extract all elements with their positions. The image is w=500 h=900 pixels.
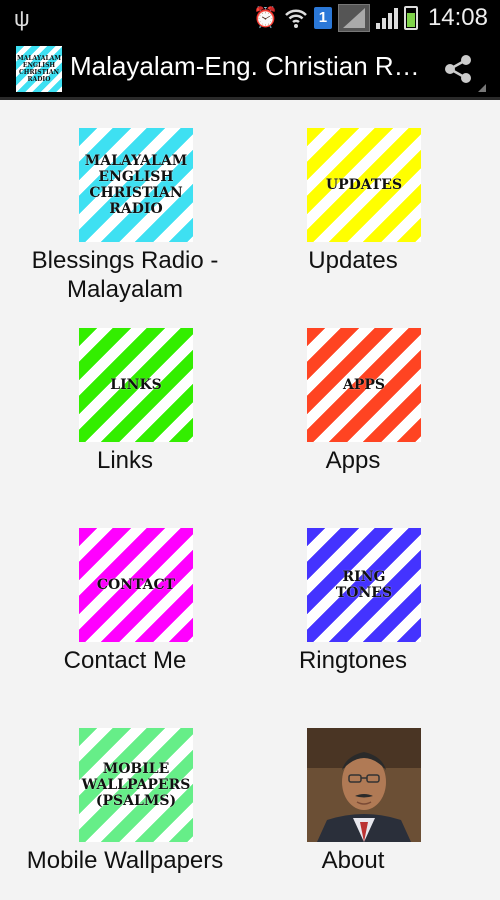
apps-thumbnail[interactable]: APPS — [307, 328, 421, 442]
tile-ringtones[interactable]: RING TONES Ringtones — [228, 500, 478, 700]
tile-links[interactable]: LINKS Links — [0, 300, 250, 500]
contact-me-label: Contact Me — [63, 647, 187, 674]
tile-blessings-radio[interactable]: MALAYALAM ENGLISH CHRISTIAN RADIO Blessings … — [0, 100, 250, 303]
menu-grid: MALAYALAM ENGLISH CHRISTIAN RADIO Blessings … — [0, 100, 500, 889]
about-thumbnail[interactable] — [307, 728, 421, 842]
app-logo-line: MALAYALAM — [17, 55, 61, 62]
ringtones-thumbnail-text: TONES — [335, 585, 393, 601]
blessings-radio-thumbnail[interactable]: MALAYALAM ENGLISH CHRISTIAN RADIO — [79, 128, 193, 242]
ringtones-thumbnail-text: RING — [342, 569, 386, 585]
app-title: Malayalam-Eng. Christian Ra… — [70, 51, 420, 81]
share-button[interactable] — [430, 46, 486, 92]
contact-me-thumbnail[interactable]: CONTACT — [79, 528, 193, 642]
links-label: Links — [96, 447, 154, 474]
links-thumbnail-text: LINKS — [110, 377, 162, 393]
usb-icon: ψ — [14, 6, 30, 31]
links-thumbnail[interactable]: LINKS — [79, 328, 193, 442]
notification-badge: 1 — [313, 7, 332, 29]
app-logo[interactable]: MALAYALAM ENGLISH CHRISTIAN RADIO — [16, 46, 62, 92]
mobile-wallpapers-thumbnail-text: MOBILE — [102, 761, 170, 777]
contact-me-thumbnail-text: CONTACT — [96, 577, 176, 593]
overflow-corner-icon — [478, 84, 486, 92]
ringtones-thumbnail[interactable]: RING TONES — [307, 528, 421, 642]
alarm-icon: ⏰ — [253, 7, 278, 29]
mobile-wallpapers-label: Mobile Wallpapers — [26, 847, 224, 874]
no-signal-icon — [337, 4, 370, 32]
mobile-wallpapers-thumbnail-text: WALLPAPERS — [81, 777, 191, 793]
action-bar: MALAYALAM ENGLISH CHRISTIAN RADIO Malayalam… — [0, 36, 500, 100]
tile-apps[interactable]: APPS Apps — [228, 300, 478, 500]
updates-thumbnail[interactable]: UPDATES — [307, 128, 421, 242]
tile-mobile-wallpapers[interactable]: MOBILE WALLPAPERS (PSALMS) Mobile Wallpaper… — [0, 700, 250, 900]
blessings-radio-label: Blessings Radio - Malayalam — [31, 247, 219, 303]
app-logo-line: ENGLISH — [22, 62, 56, 69]
apps-thumbnail-text: APPS — [342, 377, 386, 393]
tile-about[interactable]: About — [228, 700, 478, 900]
updates-thumbnail-text: UPDATES — [325, 177, 403, 193]
blessings-radio-thumbnail-text: RADIO — [109, 201, 163, 217]
apps-label: Apps — [325, 447, 381, 474]
profile-photo — [307, 728, 421, 842]
mobile-wallpapers-thumbnail-text: (PSALMS) — [95, 793, 177, 809]
ringtones-label: Ringtones — [298, 647, 408, 674]
blessings-radio-thumbnail-text: MALAYALAM — [84, 153, 188, 169]
tile-updates[interactable]: UPDATES Updates — [228, 100, 478, 300]
status-icons: ⏰ 1 14:08 — [253, 3, 488, 33]
signal-icon — [375, 7, 398, 29]
battery-icon — [403, 6, 418, 30]
updates-label: Updates — [308, 247, 398, 274]
app-logo-line: RADIO — [27, 76, 51, 83]
wifi-icon — [285, 9, 307, 28]
app-logo-line: CHRISTIAN — [19, 69, 59, 76]
blessings-radio-thumbnail-text: ENGLISH — [98, 169, 174, 185]
share-icon — [445, 55, 471, 83]
about-label: About — [321, 847, 385, 874]
mobile-wallpapers-thumbnail[interactable]: MOBILE WALLPAPERS (PSALMS) — [79, 728, 193, 842]
status-bar: ψ ⏰ 1 14:08 — [0, 0, 500, 36]
tile-contact-me[interactable]: CONTACT Contact Me — [0, 500, 250, 700]
blessings-radio-thumbnail-text: CHRISTIAN — [89, 185, 183, 201]
app-logo-text: MALAYALAM ENGLISH CHRISTIAN RADIO — [17, 55, 61, 83]
status-time: 14:08 — [427, 4, 488, 31]
